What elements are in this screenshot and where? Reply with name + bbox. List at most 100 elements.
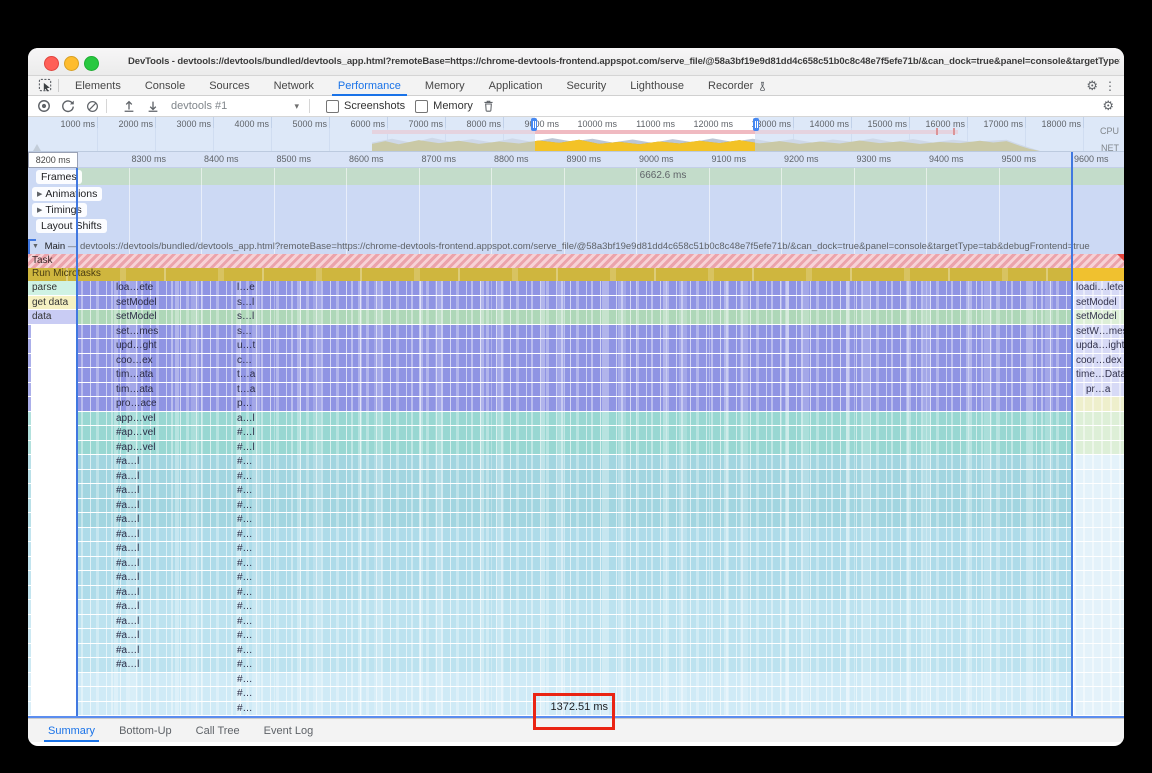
timeline-overview[interactable]: 1000 ms2000 ms3000 ms4000 ms5000 ms6000 … [28,117,1124,152]
selection-right-handle[interactable] [753,118,759,131]
flame-bars[interactable] [77,296,1072,310]
flame-bars-right[interactable] [1074,397,1124,411]
tab-elements[interactable]: Elements [63,76,133,96]
flame-bars-right[interactable] [1074,499,1124,513]
reload-and-record-button[interactable] [60,98,76,114]
flame-bars[interactable] [77,542,1072,556]
flame-bars[interactable] [77,339,1072,353]
flame-bars-right[interactable] [1074,412,1124,426]
flame-bars[interactable] [77,368,1072,382]
flame-chart[interactable]: 6662.6 ms parseloa…etel…eloadi…leteget d… [28,152,1124,716]
flame-bars-right[interactable] [1074,441,1124,455]
settings-gear-icon[interactable]: ⚙ [1086,78,1098,94]
more-options-kebab-icon[interactable]: ⋮ [1104,78,1116,94]
track-header-layout-shifts[interactable]: Layout Shifts [36,219,107,233]
garbage-collect-button[interactable] [481,98,497,114]
details-tab-bottom-up[interactable]: Bottom-Up [107,719,184,742]
flame-bar-get-data[interactable]: get data [28,296,77,310]
tab-application[interactable]: Application [477,76,555,96]
flame-bars[interactable] [77,484,1072,498]
tab-sources[interactable]: Sources [197,76,261,96]
flame-bars-right[interactable]: setModel [1074,310,1124,324]
flame-bars[interactable] [77,310,1072,324]
capture-settings-button[interactable]: ⚙ [1102,97,1124,115]
flame-bar-run-microtasks[interactable]: Run Microtasks [28,268,1124,281]
flame-bars[interactable] [77,383,1072,397]
clear-recording-button[interactable] [84,98,100,114]
details-tab-event-log[interactable]: Event Log [252,719,326,742]
flame-bars[interactable] [77,281,1072,295]
flame-bars[interactable] [77,600,1072,614]
selection-left-handle[interactable] [531,118,537,131]
flame-bars-right[interactable] [1074,600,1124,614]
save-profile-button[interactable] [145,98,161,114]
flame-bars-right[interactable] [1074,615,1124,629]
flame-bars[interactable] [77,412,1072,426]
flame-bars-right[interactable] [1074,513,1124,527]
flame-bar-parse[interactable]: parse [28,281,77,295]
flame-bars[interactable] [77,615,1072,629]
record-button[interactable] [36,98,52,114]
flame-bars-right[interactable] [1074,542,1124,556]
details-tab-call-tree[interactable]: Call Tree [184,719,252,742]
selection-range-line-left[interactable] [76,168,78,716]
tab-performance[interactable]: Performance [326,76,413,96]
track-header-frames[interactable]: Frames [36,170,82,184]
flame-bars-right[interactable] [1074,455,1124,469]
flame-bars-right[interactable] [1074,528,1124,542]
tab-recorder[interactable]: Recorder [696,76,780,96]
flame-bars-right[interactable] [1074,687,1124,701]
flame-bars-right[interactable] [1074,644,1124,658]
flame-bars-right[interactable]: time…Data [1074,368,1124,382]
details-tab-summary[interactable]: Summary [36,719,107,742]
flame-bars-right[interactable] [1074,658,1124,672]
flame-bars-right[interactable]: upda…ight [1074,339,1124,353]
track-header-main[interactable]: ▼ Main — devtools://devtools/bundled/dev… [32,241,1122,254]
flame-bars[interactable] [77,426,1072,440]
track-header-timings[interactable]: ▶Timings [32,203,87,217]
flame-bars[interactable] [77,644,1072,658]
close-window-button[interactable] [44,56,59,71]
flame-bars-right[interactable] [1074,586,1124,600]
flame-bars-right[interactable] [1074,426,1124,440]
flame-bars[interactable] [77,629,1072,643]
profile-dropdown[interactable]: devtools #1 ▾ [167,98,303,115]
flame-bars[interactable] [77,658,1072,672]
flame-bar-task[interactable]: Task [28,254,1124,268]
flame-bars-right[interactable] [1074,557,1124,571]
tab-network[interactable]: Network [262,76,326,96]
flame-bars-right[interactable]: pr…a [1074,383,1124,397]
flame-bar-data[interactable]: data [28,310,77,324]
flame-bars[interactable] [77,673,1072,687]
flame-bars-right[interactable] [1074,571,1124,585]
flame-bars[interactable] [77,354,1072,368]
selection-range-line-right[interactable] [1071,152,1073,716]
zoom-window-button[interactable] [84,56,99,71]
minimize-window-button[interactable] [64,56,79,71]
tab-security[interactable]: Security [554,76,618,96]
flame-bars-right[interactable] [1074,673,1124,687]
screenshots-checkbox[interactable]: Screenshots [326,100,405,113]
flame-bars[interactable] [77,557,1072,571]
inspect-element-button[interactable] [36,78,54,94]
flame-bars[interactable] [77,499,1072,513]
flame-bars-right[interactable] [1074,629,1124,643]
tab-memory[interactable]: Memory [413,76,477,96]
flame-bars-right[interactable] [1074,470,1124,484]
flame-bars[interactable] [77,441,1072,455]
flame-bars[interactable] [77,513,1072,527]
flame-bars[interactable] [77,571,1072,585]
flame-bars[interactable] [77,470,1072,484]
track-header-animations[interactable]: ▶Animations [32,187,102,201]
flame-bars[interactable] [77,455,1072,469]
flame-bars-right[interactable]: setW…mes [1074,325,1124,339]
flame-bars[interactable] [77,528,1072,542]
tab-lighthouse[interactable]: Lighthouse [618,76,696,96]
flame-bars[interactable] [77,586,1072,600]
load-profile-button[interactable] [121,98,137,114]
flame-bars-right[interactable]: loadi…lete [1074,281,1124,295]
flame-bars-right[interactable]: coor…dex [1074,354,1124,368]
flame-bars[interactable] [77,325,1072,339]
flame-bars-right[interactable]: setModel [1074,296,1124,310]
tab-console[interactable]: Console [133,76,197,96]
